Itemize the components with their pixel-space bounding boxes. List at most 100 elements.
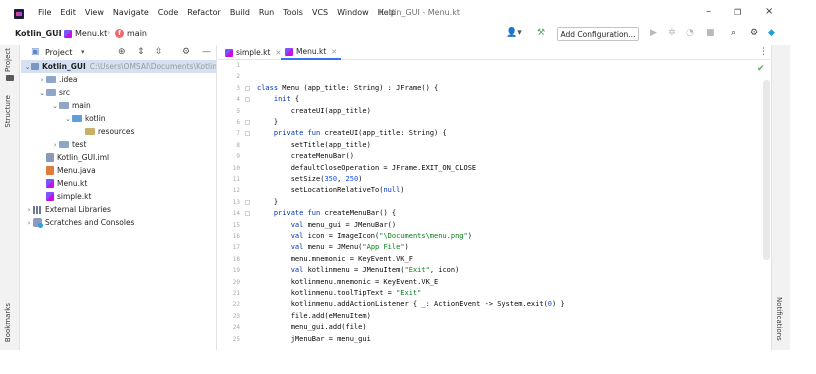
tree-item[interactable]: Menu.kt	[21, 177, 216, 190]
close-tab-icon[interactable]: ✕	[331, 48, 337, 56]
project-panel-title[interactable]: Project	[45, 48, 72, 57]
code-line[interactable]: jMenuBar = menu_gui	[257, 334, 371, 345]
code-line[interactable]: setSize(350, 250)	[257, 174, 363, 185]
code-line[interactable]: init {	[257, 94, 299, 105]
gear-icon[interactable]: ⚙	[182, 47, 190, 57]
more-options-icon[interactable]: ⋮	[759, 47, 768, 57]
tool-tab-project[interactable]: Project	[4, 48, 12, 72]
menu-refactor[interactable]: Refactor	[187, 8, 221, 17]
tool-tab-notifications[interactable]: Notifications	[775, 297, 783, 341]
minimize-button[interactable]: –	[706, 6, 711, 17]
tree-item[interactable]: › .idea	[21, 73, 216, 86]
line-number: 21	[232, 290, 240, 297]
code-line[interactable]: kotlinmenu.addActionListener { _: Action…	[257, 299, 565, 310]
menu-build[interactable]: Build	[230, 8, 250, 17]
tab-simple-kt[interactable]: simple.kt ✕	[221, 45, 285, 60]
breadcrumb-function[interactable]: f main	[115, 29, 147, 38]
breadcrumb-file[interactable]: Menu.kt	[64, 29, 107, 38]
expand-all-icon[interactable]: ⇕	[137, 47, 145, 57]
tree-item[interactable]: ⌄ kotlin	[21, 112, 216, 125]
code-line[interactable]: val kotlinmenu = JMenuItem("Exit", icon)	[257, 265, 460, 276]
fold-marker-icon[interactable]	[245, 85, 250, 91]
tool-tab-structure[interactable]: Structure	[4, 95, 12, 128]
code-line[interactable]: val menu_gui = JMenuBar()	[257, 220, 396, 231]
menu-code[interactable]: Code	[158, 8, 178, 17]
chevron-down-icon[interactable]: ▾	[81, 48, 85, 56]
code-line[interactable]: private fun createUI(app_title: String) …	[257, 128, 447, 139]
code-line[interactable]: file.add(eMenuItem)	[257, 311, 371, 322]
tree-item[interactable]: › test	[21, 138, 216, 151]
line-number: 23	[232, 312, 240, 320]
coverage-icon[interactable]: ◔	[686, 28, 694, 38]
chevron-right-icon[interactable]: ›	[38, 76, 46, 84]
code-line[interactable]: kotlinmenu.toolTipText = "Exit"	[257, 288, 422, 299]
code-line[interactable]: createUI(app_title)	[257, 106, 371, 117]
stop-icon[interactable]: ■	[706, 28, 715, 38]
code-line[interactable]: }	[257, 197, 278, 208]
tab-menu-kt[interactable]: Menu.kt ✕	[281, 45, 342, 60]
menu-window[interactable]: Window	[337, 8, 369, 17]
debug-icon[interactable]: ✲	[668, 28, 676, 38]
tree-item[interactable]: ⌄ Kotlin_GUI C:\Users\OMSAI\Documents\Kotl…	[21, 60, 216, 73]
code-line[interactable]: val menu = JMenu("App File")	[257, 242, 409, 253]
chevron-down-icon[interactable]: ⌄	[38, 89, 46, 97]
jetbrains-toolbox-icon[interactable]: ◆	[768, 28, 775, 38]
menu-run[interactable]: Run	[259, 8, 274, 17]
code-line[interactable]: menu_gui.add(file)	[257, 322, 367, 333]
code-line[interactable]: setTitle(app_title)	[257, 140, 371, 151]
code-line[interactable]: }	[257, 117, 278, 128]
tree-item[interactable]: Menu.java	[21, 164, 216, 177]
editor-gutter: 1 2 3 4 5 6 7 8 9 10 11 12 13 14 15 16 17 18 19 20 21 22 23 24 2…	[218, 60, 250, 350]
tree-item[interactable]: Kotlin_GUI.iml	[21, 151, 216, 164]
fold-marker-icon[interactable]	[245, 199, 250, 205]
search-icon[interactable]: ⌕	[731, 28, 736, 38]
tree-item[interactable]: › External Libraries	[21, 203, 216, 216]
libraries-icon	[33, 205, 42, 214]
code-line[interactable]: menu.mnemonic = KeyEvent.VK_F	[257, 254, 413, 265]
editor-scrollbar[interactable]	[763, 80, 770, 260]
code-editor[interactable]: class Menu (app_title: String) : JFrame(…	[257, 60, 762, 350]
breadcrumb-project[interactable]: Kotlin_GUI	[15, 29, 62, 38]
chevron-down-icon[interactable]: ⌄	[24, 63, 31, 71]
tree-item[interactable]: resources	[21, 125, 216, 138]
chevron-right-icon[interactable]: ›	[51, 141, 59, 149]
tree-item[interactable]: › Scratches and Consoles	[21, 216, 216, 229]
chevron-right-icon[interactable]: ›	[25, 219, 33, 227]
add-configuration-button[interactable]: Add Configuration...	[557, 27, 639, 41]
menu-vcs[interactable]: VCS	[312, 8, 328, 17]
hide-panel-icon[interactable]: —	[202, 47, 211, 57]
code-line[interactable]: defaultCloseOperation = JFrame.EXIT_ON_C…	[257, 163, 476, 174]
tree-item[interactable]: ⌄ src	[21, 86, 216, 99]
code-line[interactable]: val icon = ImageIcon("\Documents\menu.pn…	[257, 231, 472, 242]
menu-view[interactable]: View	[85, 8, 104, 17]
chevron-down-icon[interactable]: ⌄	[51, 102, 59, 110]
fold-marker-icon[interactable]	[245, 211, 250, 217]
code-line[interactable]: class Menu (app_title: String) : JFrame(…	[257, 83, 438, 94]
locate-file-icon[interactable]: ⊕	[118, 47, 126, 57]
build-hammer-icon[interactable]: ⚒	[537, 28, 545, 38]
fold-marker-icon[interactable]	[245, 97, 250, 103]
user-icon[interactable]: 👤▾	[506, 28, 522, 38]
code-line[interactable]: private fun createMenuBar() {	[257, 208, 396, 219]
tree-item[interactable]: ⌄ main	[21, 99, 216, 112]
fold-marker-icon[interactable]	[245, 120, 250, 125]
code-line[interactable]: setLocationRelativeTo(null)	[257, 185, 405, 196]
chevron-right-icon[interactable]: ›	[25, 206, 33, 214]
collapse-all-icon[interactable]: ⇳	[155, 47, 163, 57]
fold-marker-icon[interactable]	[245, 131, 250, 137]
tree-item[interactable]: simple.kt	[21, 190, 216, 203]
close-window-button[interactable]: ×	[765, 6, 773, 17]
intellij-logo-icon[interactable]	[14, 9, 24, 19]
code-line[interactable]: kotlinmenu.mnemonic = KeyEvent.VK_E	[257, 277, 439, 288]
menu-file[interactable]: File	[38, 8, 51, 17]
menu-tools[interactable]: Tools	[283, 8, 303, 17]
settings-gear-icon[interactable]: ⚙	[750, 28, 758, 38]
code-line[interactable]: createMenuBar()	[257, 151, 354, 162]
menu-navigate[interactable]: Navigate	[113, 8, 149, 17]
menu-edit[interactable]: Edit	[60, 8, 76, 17]
maximize-button[interactable]: ❐	[734, 8, 741, 17]
run-icon[interactable]: ▶	[650, 28, 657, 38]
line-number: 1	[236, 62, 240, 69]
chevron-down-icon[interactable]: ⌄	[64, 115, 72, 123]
tool-tab-bookmarks[interactable]: Bookmarks	[4, 303, 12, 342]
